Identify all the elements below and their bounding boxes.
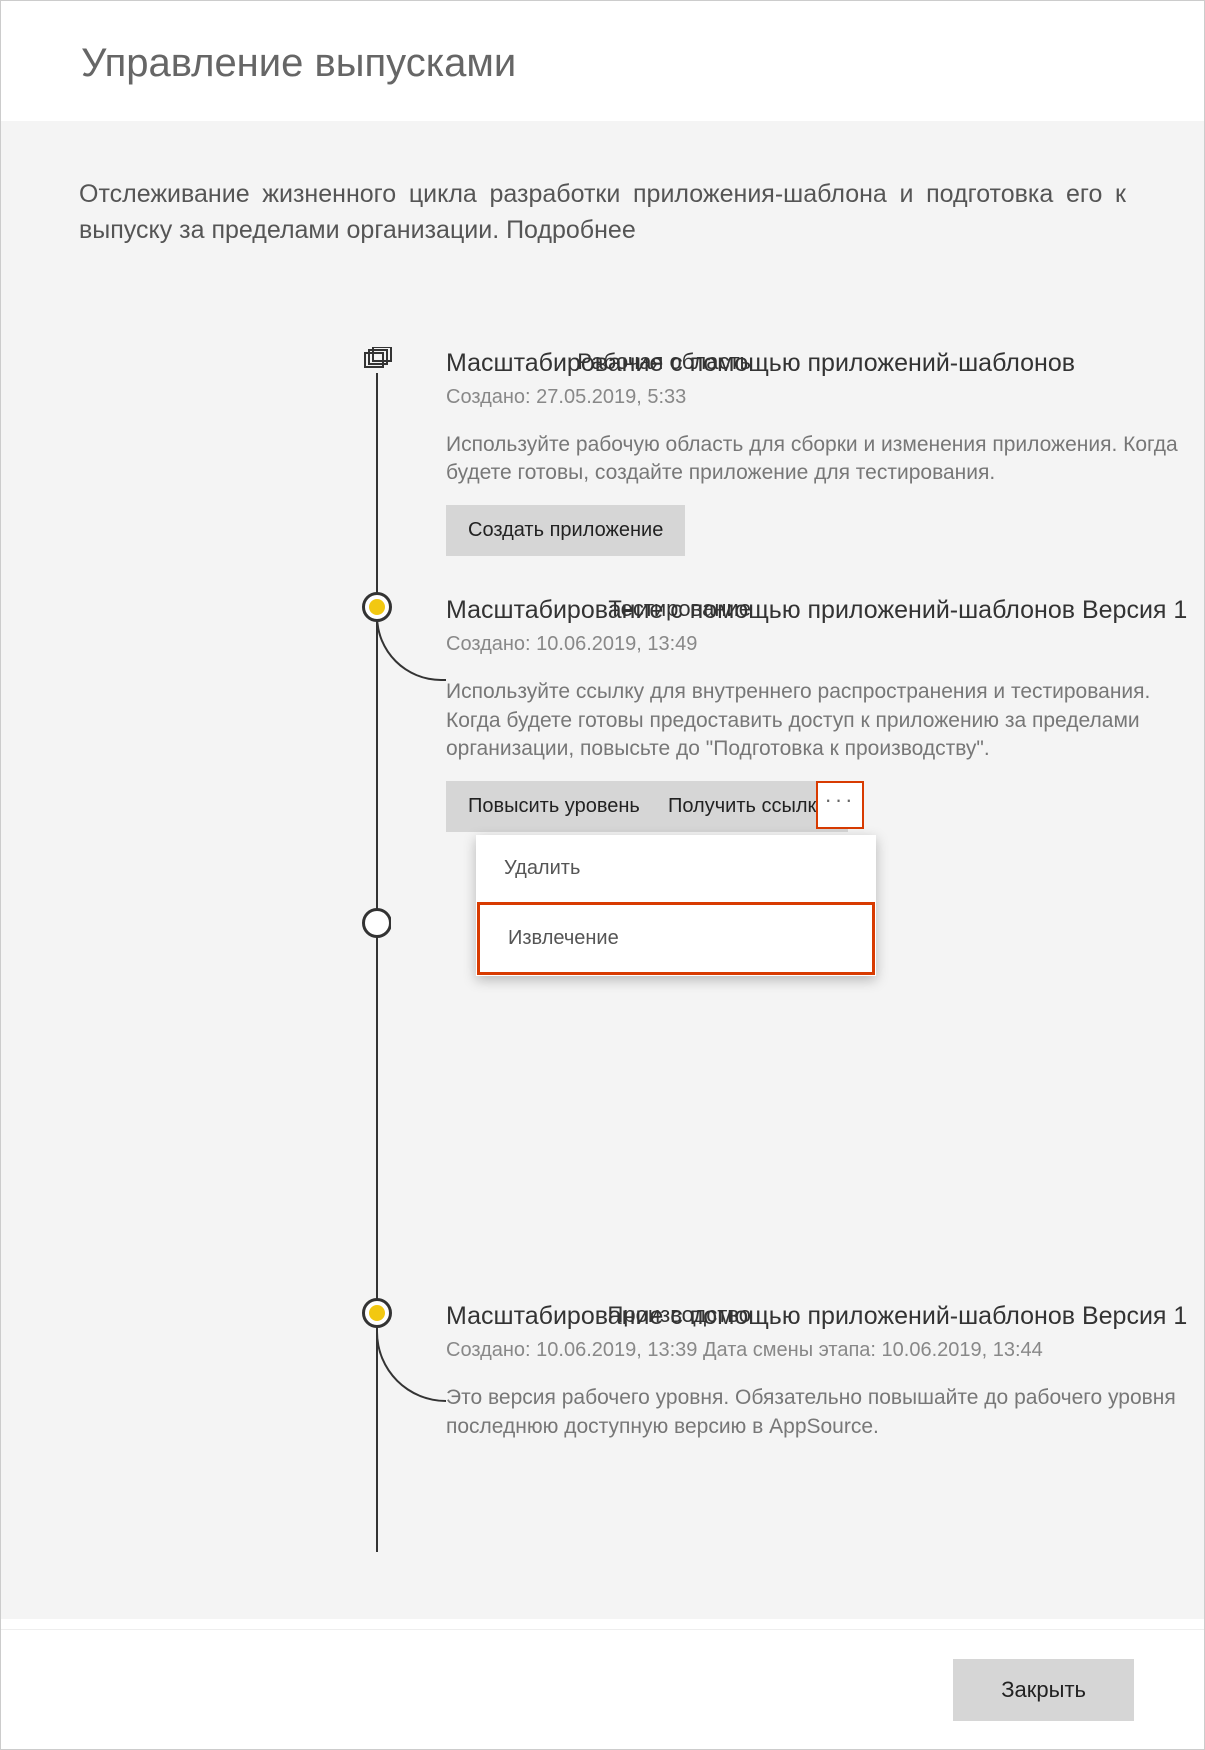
intro-text: Отслеживание жизненного цикла разработки…: [1, 176, 1204, 249]
menu-item-delete[interactable]: Удалить: [476, 835, 876, 902]
testing-marker-icon: [362, 592, 392, 622]
create-app-button[interactable]: Создать приложение: [446, 505, 685, 556]
stage-testing: Тестирование Масштабирование с помощью п…: [391, 596, 1204, 832]
more-actions-button[interactable]: ···: [816, 781, 864, 829]
workspace-meta: Создано: 27.05.2019, 5:33: [446, 386, 1204, 409]
production-curve: [376, 1322, 446, 1402]
dialog-body: Отслеживание жизненного цикла разработки…: [1, 121, 1204, 1619]
production-desc: Это версия рабочего уровня. Обязательно …: [446, 1384, 1204, 1441]
preproduction-marker-icon: [362, 908, 392, 938]
ellipsis-icon: ···: [825, 787, 856, 813]
testing-desc: Используйте ссылку для внутреннего распр…: [446, 678, 1204, 763]
page-title: Управление выпусками: [81, 41, 1124, 86]
testing-meta: Создано: 10.06.2019, 13:49: [446, 633, 1204, 656]
dialog-header: Управление выпусками: [1, 1, 1204, 121]
more-actions-menu: Удалить Извлечение: [476, 835, 876, 976]
stage-production: Производство Масштабирование с помощью п…: [391, 1302, 1204, 1552]
testing-actions: Повысить уровень приложения Получить ссы…: [446, 781, 1204, 832]
workspace-desc: Используйте рабочую область для сборки и…: [446, 431, 1204, 488]
stage-label-workspace: Рабочая область: [391, 349, 751, 375]
production-meta: Создано: 10.06.2019, 13:39 Дата смены эт…: [446, 1339, 1204, 1362]
release-timeline: Рабочая область Масштабирование с помощь…: [1, 349, 1204, 1553]
dialog-footer: Закрыть: [1, 1629, 1204, 1749]
workspace-icon: [364, 347, 392, 373]
testing-curve: [376, 616, 446, 681]
stage-workspace: Рабочая область Масштабирование с помощь…: [391, 349, 1204, 557]
timeline-line: [376, 369, 378, 1553]
close-button[interactable]: Закрыть: [953, 1659, 1134, 1721]
menu-item-extract[interactable]: Извлечение: [477, 902, 875, 975]
